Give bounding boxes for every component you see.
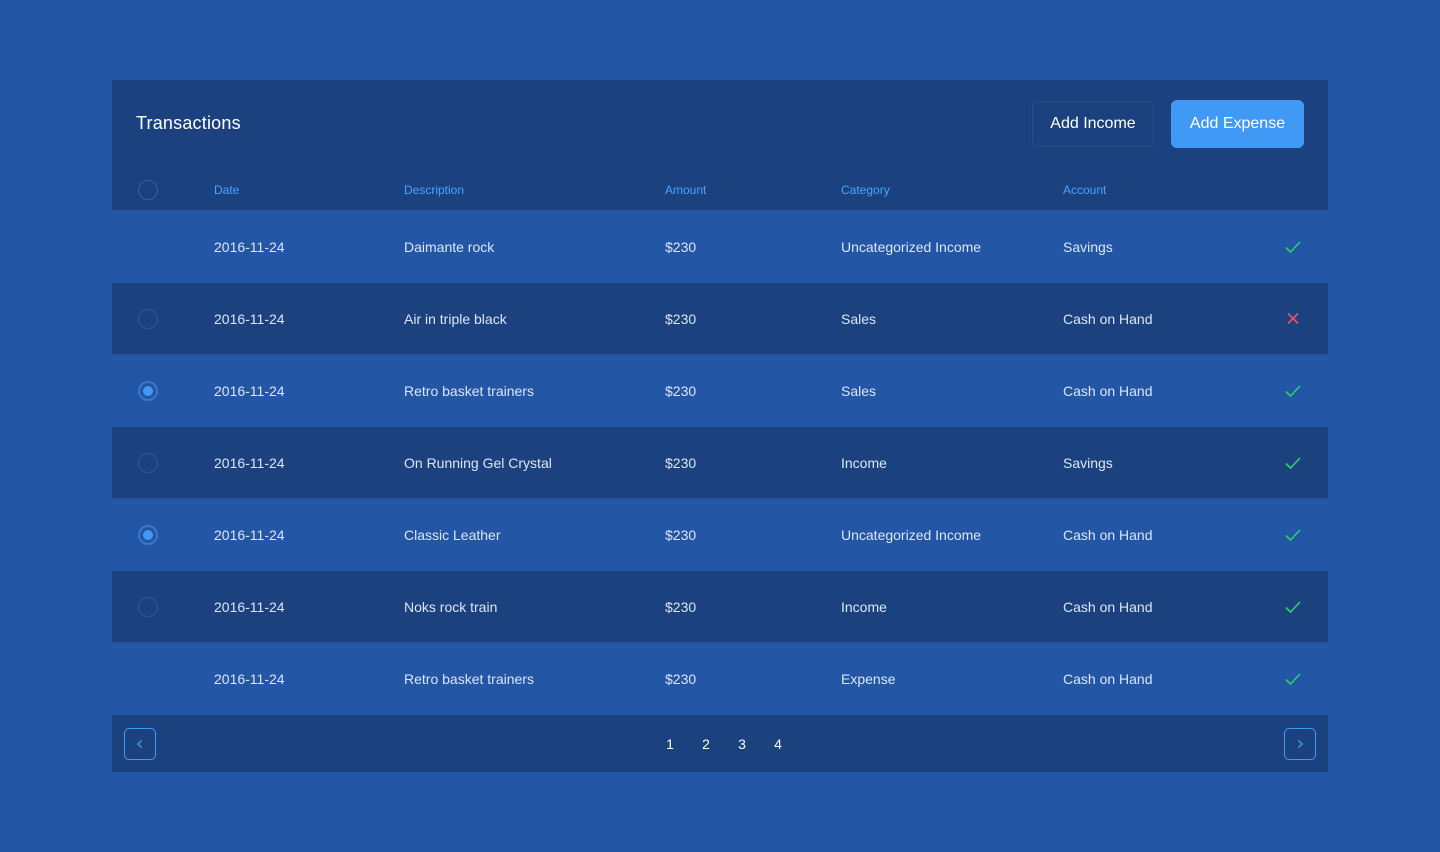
check-icon xyxy=(1285,673,1301,686)
page-title: Transactions xyxy=(136,113,241,133)
cell-date: 2016-11-24 xyxy=(214,527,285,543)
cell-account: Savings xyxy=(1063,455,1113,471)
page-number[interactable]: 2 xyxy=(688,736,724,752)
panel-header: Transactions Add Income Add Expense xyxy=(112,80,1328,170)
table-row[interactable]: 2016-11-24 Air in triple black $230 Sales Ca… xyxy=(112,283,1328,355)
cell-account: Cash on Hand xyxy=(1063,311,1153,327)
check-icon xyxy=(1285,385,1301,398)
column-header-amount[interactable]: Amount xyxy=(665,183,706,197)
add-income-button[interactable]: Add Income xyxy=(1031,100,1155,148)
cell-amount: $230 xyxy=(665,239,697,255)
cross-icon xyxy=(1287,312,1299,325)
column-header-description[interactable]: Description xyxy=(404,183,464,197)
cell-description: Daimante rock xyxy=(404,239,495,255)
column-header-category[interactable]: Category xyxy=(841,183,890,197)
cell-account: Cash on Hand xyxy=(1063,671,1153,687)
table-row[interactable]: 2016-11-24 Noks rock train $230 Income Cash … xyxy=(112,571,1328,643)
row-select-radio[interactable] xyxy=(138,381,158,401)
row-select-radio[interactable] xyxy=(138,453,158,473)
cell-amount: $230 xyxy=(665,671,697,687)
cell-category: Uncategorized Income xyxy=(841,527,982,543)
row-select-radio[interactable] xyxy=(138,597,158,617)
cell-description: Retro basket trainers xyxy=(404,383,534,399)
chevron-right-icon xyxy=(1298,740,1303,748)
table-row[interactable]: 2016-11-24 Classic Leather $230 Uncategoriz… xyxy=(112,499,1328,571)
table-row[interactable]: 2016-11-24 Retro basket trainers $230 Sales… xyxy=(112,355,1328,427)
cell-category: Income xyxy=(841,599,887,615)
check-icon xyxy=(1285,529,1301,542)
check-icon xyxy=(1285,241,1301,254)
column-header-account[interactable]: Account xyxy=(1063,183,1106,197)
cell-category: Uncategorized Income xyxy=(841,239,982,255)
previous-page-button[interactable] xyxy=(124,728,156,760)
cell-category: Sales xyxy=(841,383,877,399)
cell-account: Cash on Hand xyxy=(1063,527,1153,543)
cell-amount: $230 xyxy=(665,527,697,543)
table-row[interactable]: 2016-11-24 On Running Gel Crystal $230 Inco… xyxy=(112,427,1328,499)
row-select-radio[interactable] xyxy=(138,525,158,545)
table-row[interactable]: 2016-11-24 Retro basket trainers $230 Expen… xyxy=(112,643,1328,715)
table-row[interactable]: 2016-11-24 Daimante rock $230 Uncategorized… xyxy=(112,211,1328,283)
cell-date: 2016-11-24 xyxy=(214,599,285,615)
pagination: 1234 xyxy=(112,716,1328,772)
cell-amount: $230 xyxy=(665,383,697,399)
cell-category: Expense xyxy=(841,671,896,687)
check-icon xyxy=(1285,601,1301,614)
cell-amount: $230 xyxy=(665,311,697,327)
cell-date: 2016-11-24 xyxy=(214,239,285,255)
column-header-date[interactable]: Date xyxy=(214,183,239,197)
cell-date: 2016-11-24 xyxy=(214,455,285,471)
page-number[interactable]: 1 xyxy=(652,736,688,752)
page-list: 1234 xyxy=(652,736,796,752)
cell-account: Cash on Hand xyxy=(1063,383,1153,399)
cell-date: 2016-11-24 xyxy=(214,671,285,687)
cell-date: 2016-11-24 xyxy=(214,311,285,327)
cell-category: Sales xyxy=(841,311,877,327)
cell-date: 2016-11-24 xyxy=(214,383,285,399)
cell-description: Classic Leather xyxy=(404,527,501,543)
transactions-panel: Transactions Add Income Add Expense Date… xyxy=(112,80,1328,772)
cell-description: Retro basket trainers xyxy=(404,671,534,687)
select-all-radio[interactable] xyxy=(138,180,158,200)
row-select-radio[interactable] xyxy=(138,309,158,329)
cell-account: Cash on Hand xyxy=(1063,599,1153,615)
cell-amount: $230 xyxy=(665,599,697,615)
cell-description: On Running Gel Crystal xyxy=(404,455,552,471)
add-expense-button[interactable]: Add Expense xyxy=(1171,100,1304,148)
cell-description: Noks rock train xyxy=(404,599,498,615)
page-number[interactable]: 4 xyxy=(760,736,796,752)
next-page-button[interactable] xyxy=(1284,728,1316,760)
page-number[interactable]: 3 xyxy=(724,736,760,752)
table-header: Date Description Amount Category Account xyxy=(112,170,1328,211)
cell-amount: $230 xyxy=(665,455,697,471)
cell-account: Savings xyxy=(1063,239,1113,255)
check-icon xyxy=(1285,457,1301,470)
cell-description: Air in triple black xyxy=(404,311,507,327)
cell-category: Income xyxy=(841,455,887,471)
chevron-left-icon xyxy=(137,740,142,748)
